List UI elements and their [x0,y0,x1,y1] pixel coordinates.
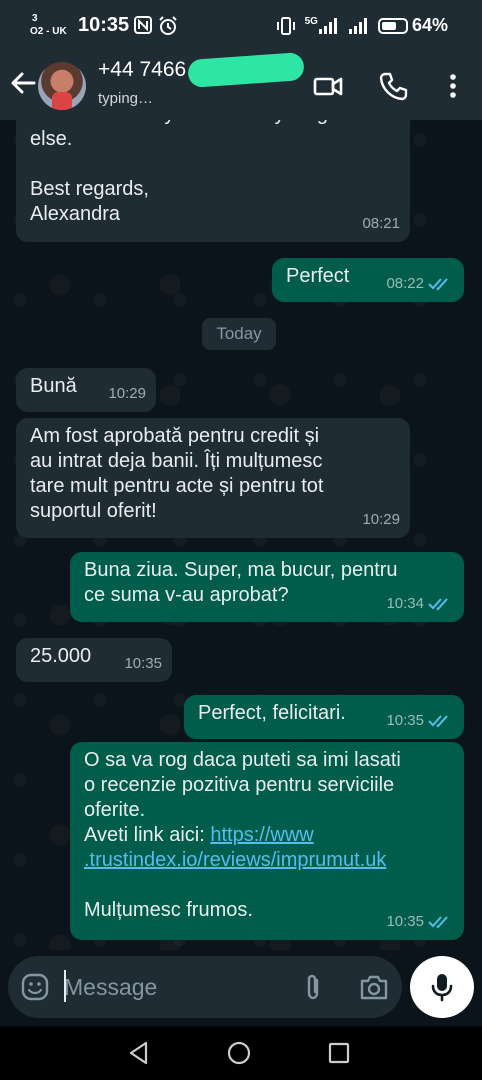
attach-paperclip-icon[interactable] [298,972,328,1002]
message-text-after-link: Mulțumesc frumos. [84,899,253,921]
nav-recent-apps-icon[interactable] [326,1040,352,1066]
message-time: 10:29 [362,511,400,528]
system-navigation-bar [0,1026,482,1080]
system-icons: 5G 64% [275,15,448,36]
sticker-emoji-icon[interactable] [20,972,50,1002]
battery-percent: 64% [411,15,448,35]
microphone-icon [431,974,453,1002]
signal-icon-sim2 [348,17,367,34]
carrier-info: 3 O2 - UK [30,12,67,38]
text-cursor [64,970,66,1002]
more-vertical-icon[interactable] [437,70,469,102]
message-outgoing[interactable]: Buna ziua. Super, ma bucur, pentru ce su… [70,552,464,622]
voice-call-icon[interactable] [377,70,409,102]
redaction-mark [187,51,305,89]
read-ticks-icon [428,597,448,610]
nav-back-icon[interactable] [126,1040,152,1066]
read-ticks-icon [428,277,448,290]
signal-icon [318,17,337,34]
status-time: 10:35 [78,14,130,36]
status-bar: 3 O2 - UK 10:35 5G 64% [0,0,482,52]
contact-name[interactable]: +44 7466 [98,58,186,82]
message-outgoing[interactable]: O sa va rog daca puteti sa imi lasati o … [70,742,464,940]
message-time: 10:34 [386,595,424,612]
message-incoming[interactable]: Bună 10:29 [16,368,156,412]
message-incoming[interactable]: Am fost aprobată pentru credit și au int… [16,418,410,538]
battery-icon [377,17,408,34]
read-ticks-icon [428,714,448,727]
video-call-icon[interactable] [312,70,344,102]
read-ticks-icon [428,915,448,928]
carrier-sim-number: 3 [32,13,38,24]
network-type: 5G [304,16,318,27]
carrier-name: O2 - UK [30,26,67,37]
message-text: Am fost aprobată pentru credit și au int… [30,425,324,522]
message-time: 10:35 [124,655,162,672]
message-time: 10:35 [386,712,424,729]
message-text: Let me know if you need anything else. B… [30,120,328,225]
camera-icon[interactable] [358,972,390,1002]
message-incoming[interactable]: 25.000 10:35 [16,638,172,682]
notification-icons [134,16,178,36]
message-composer [8,956,402,1018]
back-arrow-icon[interactable] [8,68,38,98]
message-time: 08:21 [362,215,400,232]
vibrate-icon [276,16,295,35]
message-incoming[interactable]: Let me know if you need anything else. B… [16,120,410,242]
message-input[interactable] [64,966,284,1008]
message-outgoing[interactable]: Perfect 08:22 [272,258,464,302]
message-text: O sa va rog daca puteti sa imi lasati o … [84,748,450,923]
contact-status: typing… [98,90,154,107]
message-time: 10:29 [108,385,146,402]
message-time: 08:22 [386,275,424,292]
message-time: 10:35 [386,913,424,930]
nav-home-icon[interactable] [226,1040,252,1066]
contact-avatar[interactable] [38,62,86,110]
alarm-icon [159,16,177,35]
nfc-icon [134,16,152,34]
date-separator: Today [202,318,276,350]
chat-area[interactable]: Let me know if you need anything else. B… [0,120,482,950]
message-outgoing[interactable]: Perfect, felicitari. 10:35 [184,695,464,739]
voice-message-button[interactable] [410,956,474,1018]
chat-header: +44 7466 typing… [0,51,482,120]
battery-indicator: 64% [377,15,448,36]
